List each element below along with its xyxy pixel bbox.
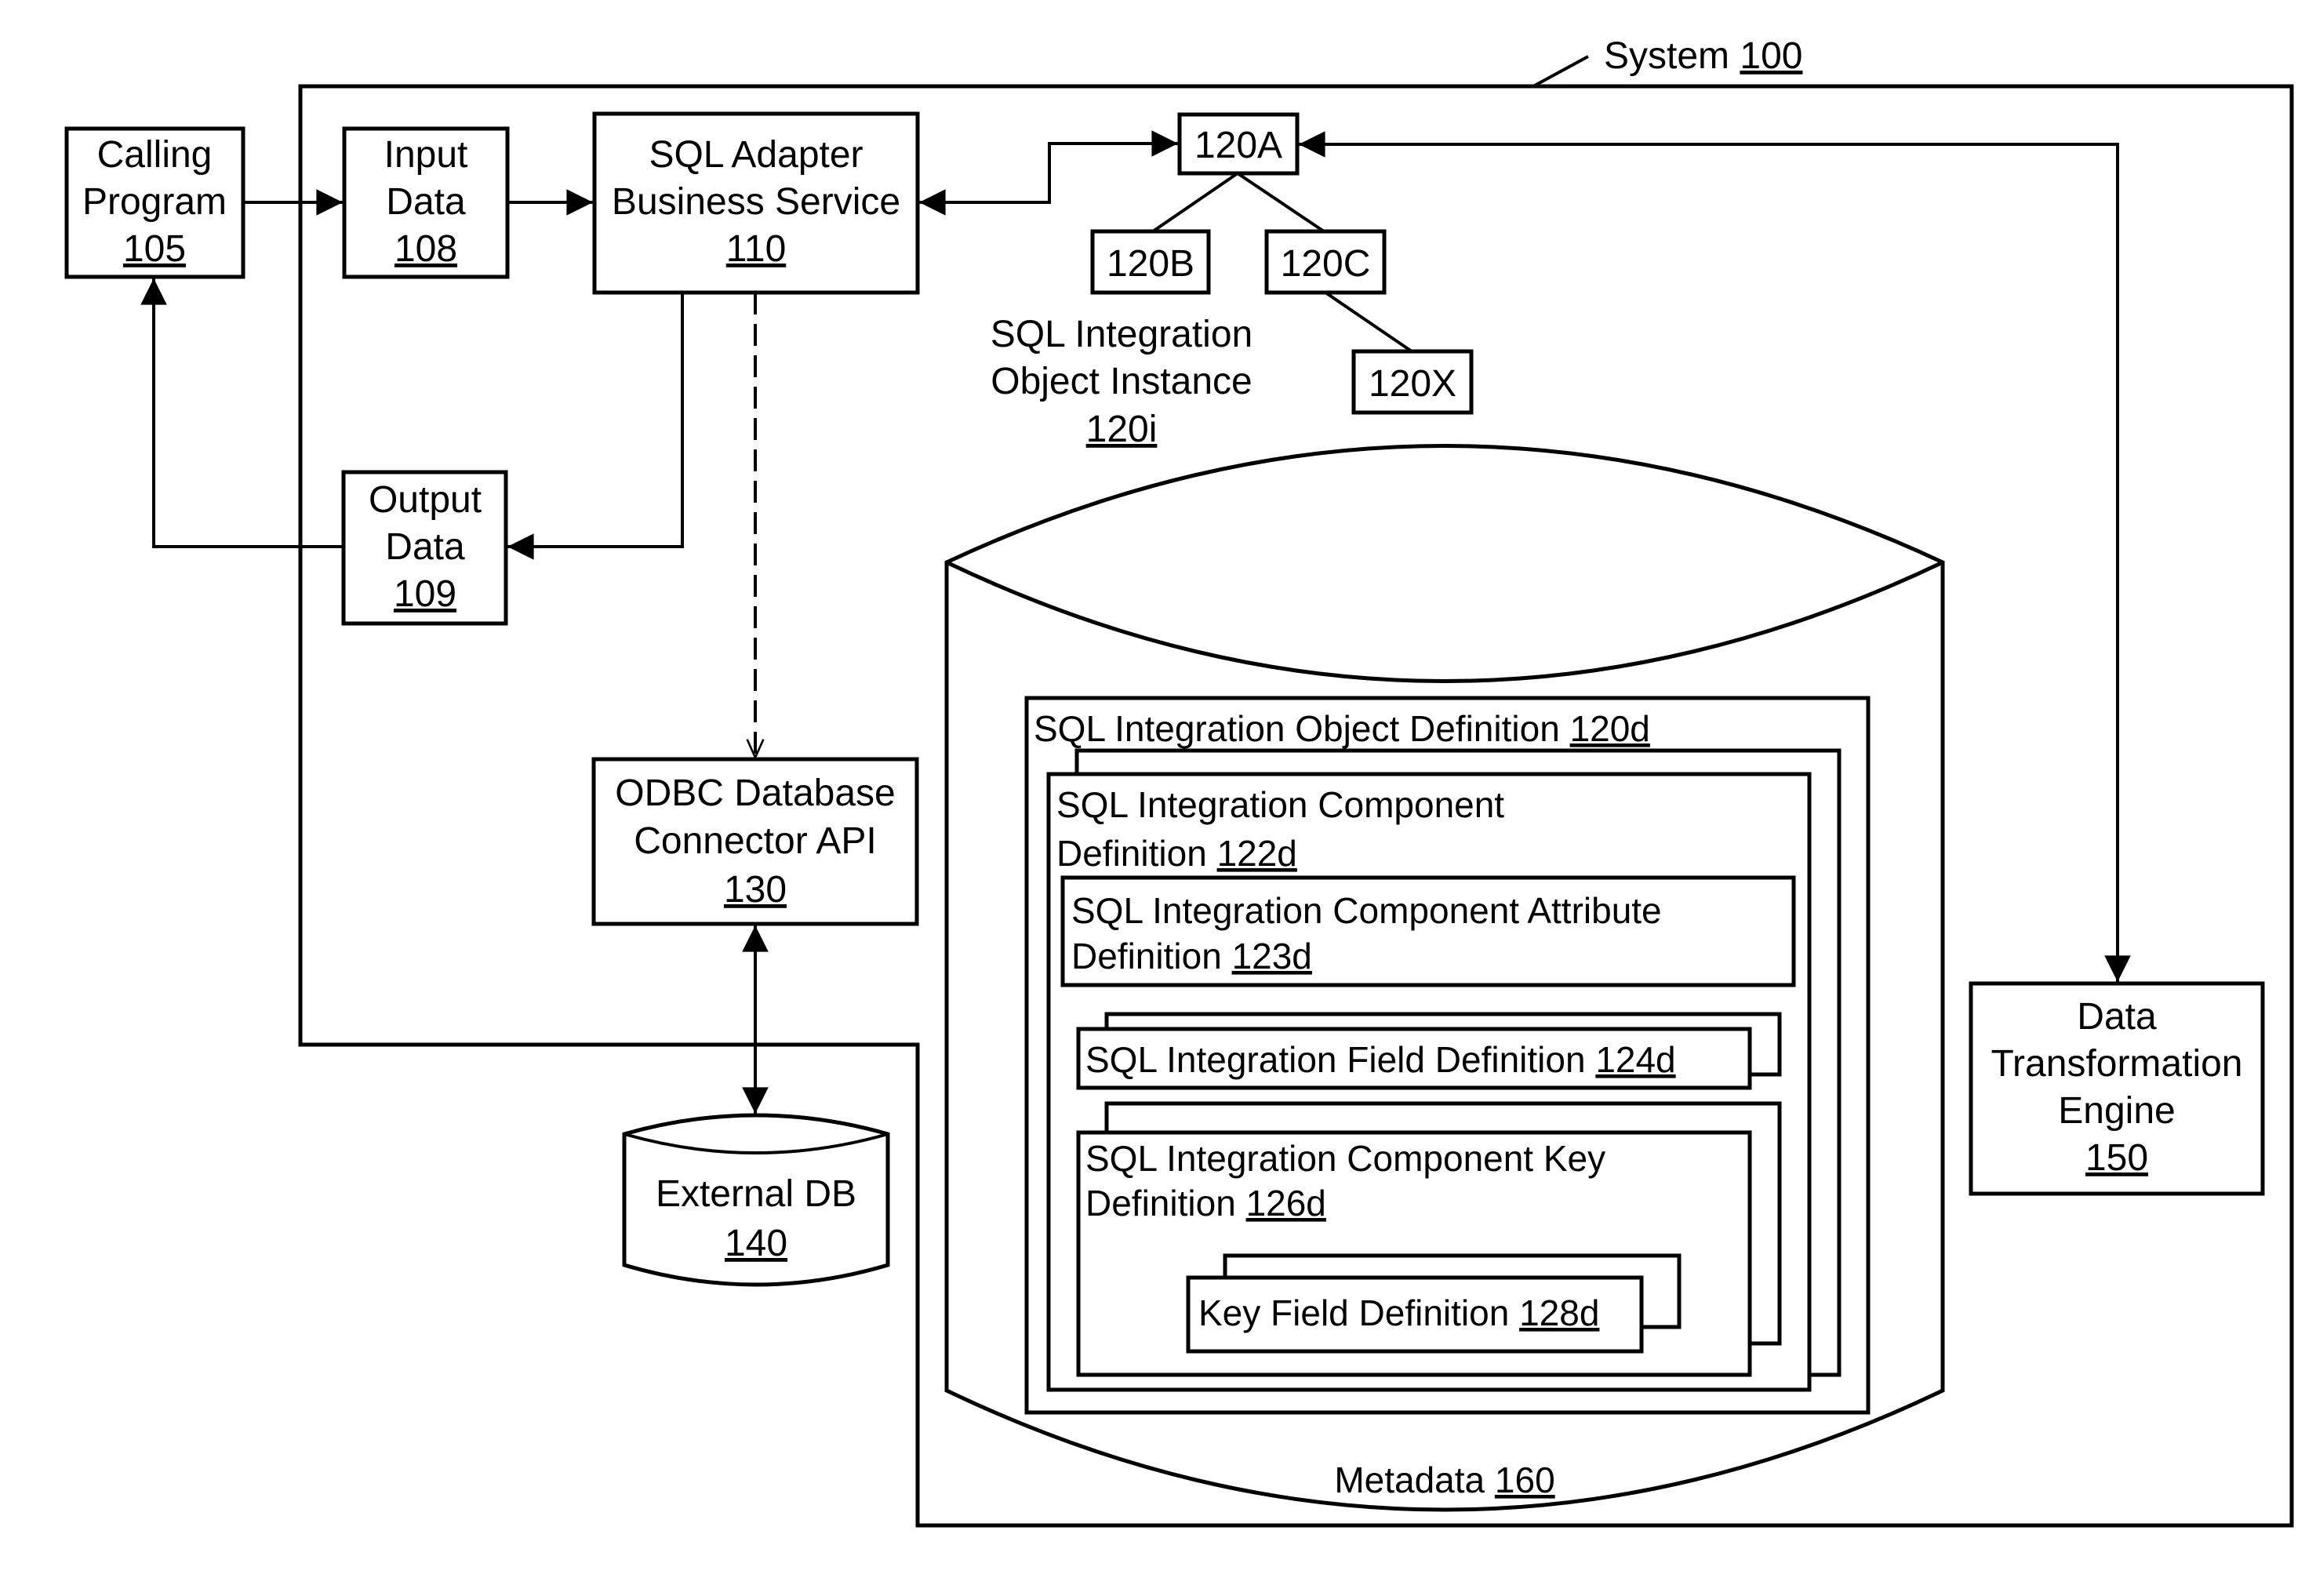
external-db-node[interactable]: External DB 140 — [622, 1113, 890, 1287]
edge-120a-120c — [1236, 172, 1325, 233]
component-definition-line1: SQL Integration Component — [1056, 784, 1504, 825]
object-definition-label: SQL Integration Object Definition 120d — [1034, 708, 1650, 749]
external-db-label: External DB — [656, 1173, 856, 1215]
instance-node-120b-label: 120B — [1107, 243, 1194, 285]
system-architecture-diagram: System 100 Calling Program 105 Input Dat… — [64, 35, 2294, 1528]
instance-node-120a[interactable]: 120A — [1177, 112, 1300, 176]
component-attribute-line1: SQL Integration Component Attribute — [1071, 890, 1662, 931]
key-field-definition-label: Key Field Definition 128d — [1198, 1292, 1599, 1333]
input-data-line2: Data — [386, 181, 466, 223]
component-attribute-definition-box[interactable]: SQL Integration Component Attribute Defi… — [1060, 875, 1796, 987]
dte-ref: 150 — [2085, 1137, 2148, 1179]
instance-label-line1: SQL Integration — [991, 314, 1253, 355]
arrow-sql-adapter-to-120a — [1048, 130, 1178, 202]
odbc-line2: Connector API — [634, 820, 877, 862]
sql-adapter-business-service-node[interactable]: SQL Adapter Business Service 110 — [592, 111, 920, 295]
metadata-label: Metadata 160 — [1334, 1460, 1554, 1500]
instance-node-120b[interactable]: 120B — [1090, 229, 1211, 295]
edge-120c-120x — [1324, 291, 1413, 353]
instance-node-120x[interactable]: 120X — [1351, 349, 1474, 415]
instance-node-120a-label: 120A — [1194, 125, 1282, 166]
calling-program-node[interactable]: Calling Program 105 — [64, 126, 245, 279]
arrow-120a-to-dte — [2039, 143, 2131, 982]
data-transformation-engine-node[interactable]: Data Transformation Engine 150 — [1969, 981, 2265, 1196]
edge-120a-120b — [1151, 172, 1239, 233]
output-data-line2: Data — [385, 526, 465, 568]
calling-program-line1: Calling — [97, 134, 213, 176]
component-definition-line2: Definition 122d — [1056, 833, 1297, 874]
system-label-leader — [1532, 55, 1589, 88]
output-data-ref: 109 — [394, 573, 456, 615]
dte-line1: Data — [2077, 996, 2157, 1038]
input-data-ref: 108 — [394, 228, 457, 270]
input-data-line1: Input — [384, 134, 468, 176]
dte-line3: Engine — [2058, 1090, 2175, 1132]
instance-label-line2: Object Instance — [991, 361, 1253, 402]
instance-node-120x-label: 120X — [1369, 363, 1456, 405]
sql-adapter-line1: SQL Adapter — [649, 134, 863, 176]
odbc-line1: ODBC Database — [615, 773, 896, 814]
field-definition-label: SQL Integration Field Definition 124d — [1085, 1039, 1676, 1080]
field-definition-box[interactable]: SQL Integration Field Definition 124d — [1076, 1012, 1782, 1090]
calling-program-line2: Program — [82, 181, 227, 223]
component-key-line1: SQL Integration Component Key — [1085, 1138, 1605, 1179]
arrow-120a-to-sql-adapter — [919, 173, 1051, 216]
system-label: System 100 — [1604, 35, 1802, 77]
sql-adapter-ref: 110 — [726, 228, 787, 270]
output-data-line1: Output — [369, 479, 482, 521]
arrow-output-to-calling — [140, 278, 344, 548]
component-key-line2: Definition 126d — [1085, 1183, 1326, 1223]
external-db-ref: 140 — [725, 1223, 787, 1264]
calling-program-ref: 105 — [123, 228, 186, 270]
metadata-store[interactable]: SQL Integration Object Definition 120d S… — [944, 444, 1945, 1512]
arrow-dte-to-120a — [1299, 131, 2119, 173]
instance-label: SQL Integration Object Instance 120i — [991, 314, 1253, 450]
instance-node-120c-label: 120C — [1281, 243, 1371, 285]
dte-line2: Transformation — [1991, 1043, 2243, 1085]
output-data-node[interactable]: Output Data 109 — [341, 470, 508, 626]
instance-node-120c[interactable]: 120C — [1264, 229, 1387, 295]
key-field-definition-box[interactable]: Key Field Definition 128d — [1186, 1253, 1682, 1354]
sql-adapter-line2: Business Service — [612, 181, 900, 223]
instance-label-ref: 120i — [1086, 409, 1158, 450]
odbc-connector-node[interactable]: ODBC Database Connector API 130 — [591, 757, 919, 926]
input-data-node[interactable]: Input Data 108 — [342, 126, 510, 279]
component-attribute-line2: Definition 123d — [1071, 936, 1312, 976]
arrow-sql-adapter-to-output — [507, 293, 684, 560]
odbc-ref: 130 — [724, 869, 787, 911]
